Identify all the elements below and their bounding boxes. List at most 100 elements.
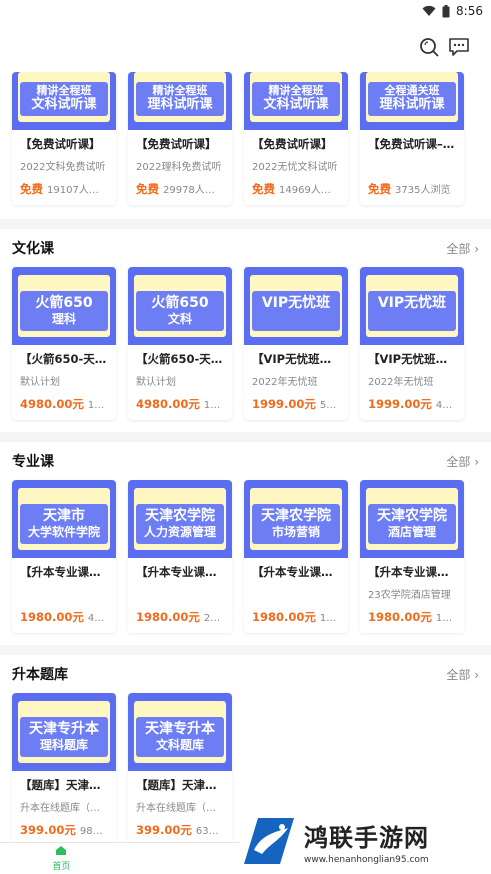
course-thumbnail: 天津市 大学软件学院 [12,480,116,558]
course-card[interactable]: 天津农学院人力资源管理【升本专业课… 1980.00元2182… [128,480,232,633]
section-header: 专业课 全部 › [12,442,479,480]
card-row: 精讲全程班 文科试听课 【免费试听课】 2022文科免费试听 免费 19107人浏览 精讲全… [12,72,479,205]
card-body: 【题库】天津… 升本在线题库（… 399.00元63207… [128,771,232,842]
course-card[interactable]: 天津农学院酒店管理【升本专业课】… 23农学院酒店管理 1980.00元14871… [360,480,464,633]
card-subtitle: 默认计划 [20,377,60,386]
card-views: 1007… [203,400,224,411]
card-meta: 399.00元98861… [20,822,108,838]
card-meta: 免费 29978人浏览 [136,181,224,197]
card-views: 45005… [87,613,108,624]
course-card[interactable]: VIP无忧班【VIP无忧班… 2022年无忧班 1999.00元5043… [244,267,348,420]
chevron-right-icon: › [470,454,479,469]
card-title: 【升本专业课… [252,565,333,579]
card-title: 【免费试听课】 [20,137,101,151]
card-price: 1980.00元 [20,610,84,624]
card-price: 4980.00元 [20,397,84,411]
card-meta: 1980.00元45005… [20,609,108,625]
status-time: 8:56 [456,4,483,18]
card-body: 【火箭650-天津… 默认计划 4980.00元18262… [12,345,116,420]
course-thumbnail: 全程通关班 理科试听课 [360,72,464,130]
thumbnail-line-2: 酒店管理 [387,524,436,539]
course-thumbnail: 火箭650 文科 [128,267,232,345]
card-price: 1999.00元 [252,397,316,411]
watermark-url: www.henanhonglian95.com [304,854,429,865]
chevron-right-icon: › [470,667,479,682]
card-title: 【升本专业课… [136,565,217,579]
message-icon[interactable] [448,36,470,58]
thumbnail-line-1: 天津农学院 [261,508,331,524]
thumbnail-line-1: VIP无忧班 [377,295,447,311]
card-meta: 4980.00元18262… [20,396,108,412]
course-card[interactable]: 天津市大学软件学院【升本专业课】… 1980.00元45005… [12,480,116,633]
nav-home[interactable]: 首页 [0,843,123,874]
card-body: 【免费试听课】 2022无忧文科试听 免费 14969人浏览 [244,130,348,205]
card-row: 天津市大学软件学院【升本专业课】… 1980.00元45005… 天津农学院人力资源… [12,480,479,633]
card-body: 【升本专业课… 1980.00元1800… [244,558,348,633]
course-card[interactable]: 火箭650理科【火箭650-天津… 默认计划 4980.00元18262… [12,267,116,420]
card-body: 【升本专业课】… 1980.00元45005… [12,558,116,633]
thumbnail-line-2: 文科 [167,311,192,326]
content-scroll[interactable]: 精讲全程班 文科试听课 【免费试听课】 2022文科免费试听 免费 19107人浏览 精讲全… [0,72,491,842]
card-subtitle [136,586,224,599]
card-views: 98861… [79,826,108,837]
card-title: 【火箭650-天… [136,352,223,366]
section-more-link[interactable]: 全部 › [446,666,479,683]
watermark-logo-icon [240,810,298,872]
thumbnail-line-1: 火箭650 [35,295,93,311]
search-icon[interactable] [418,36,440,58]
card-title: 【免费试听课】 [136,137,217,151]
card-title: 【题库】天津… [136,778,217,792]
thumbnail-line-2: 大学软件学院 [27,524,100,539]
thumbnail-line-1: 天津农学院 [377,508,447,524]
thumbnail-line-1: 火箭650 [151,295,209,311]
nav-item-2[interactable] [123,843,246,874]
thumbnail-line-2: 理科试听课 [147,97,213,113]
card-subtitle: 2022文科免费试听 [20,162,106,171]
course-card[interactable]: 火箭650文科【火箭650-天… 默认计划 4980.00元1007… [128,267,232,420]
thumbnail-line-2: 理科题库 [39,737,88,752]
course-card[interactable]: VIP无忧班【VIP无忧班】… 2022年无忧班 1999.00元42665… [360,267,464,420]
card-price: 4980.00元 [136,397,200,411]
card-meta: 免费 19107人浏览 [20,181,108,197]
course-thumbnail: VIP无忧班 [244,267,348,345]
card-title: 【火箭650-天津… [20,352,108,366]
thumbnail-line-1: 精讲全程班 [268,84,324,97]
card-meta: 1980.00元14871… [368,609,456,625]
card-subtitle: 2022年无忧班 [252,377,318,386]
course-thumbnail: 火箭650 理科 [12,267,116,345]
course-card[interactable]: 精讲全程班 文科试听课 【免费试听课】 2022无忧文科试听 免费 14969人浏览 [244,72,348,205]
course-thumbnail: 天津农学院 人力资源管理 [128,480,232,558]
card-price: 免费 [136,182,159,196]
card-body: 【VIP无忧班】… 2022年无忧班 1999.00元42665… [360,345,464,420]
card-price: 1999.00元 [368,397,432,411]
course-card[interactable]: 天津农学院市场营销【升本专业课… 1980.00元1800… [244,480,348,633]
card-subtitle: 2022年无忧班 [368,377,434,386]
course-thumbnail: 精讲全程班 文科试听课 [12,72,116,130]
thumbnail-line-1: VIP无忧班 [261,295,331,311]
card-views: 14871… [435,613,456,624]
card-title: 【题库】天津专… [20,778,108,792]
course-card[interactable]: 天津专升本理科题库【题库】天津专… 升本在线题库（理… 399.00元98861… [12,693,116,842]
course-card[interactable]: 全程通关班 理科试听课 【免费试听课–… 免费 3735人浏览 [360,72,464,205]
course-card[interactable]: 天津专升本文科题库【题库】天津… 升本在线题库（… 399.00元63207… [128,693,232,842]
section-title: 文化课 [12,241,54,257]
course-thumbnail: 精讲全程班 文科试听课 [244,72,348,130]
card-subtitle: 2022无忧文科试听 [252,162,338,171]
card-title: 【升本专业课】… [20,565,108,579]
course-card[interactable]: 精讲全程班 理科试听课 【免费试听课】 2022理科免费试听 免费 29978人浏览 [128,72,232,205]
course-thumbnail: VIP无忧班 [360,267,464,345]
course-card[interactable]: 精讲全程班 文科试听课【免费试听课】 2022文科免费试听免费 19107人浏览 [12,72,116,205]
card-price: 免费 [20,182,43,196]
section-more-link[interactable]: 全部 › [446,240,479,257]
top-bar [0,22,491,72]
card-title: 【免费试听课】 [252,137,333,151]
wifi-icon [422,5,436,17]
card-subtitle [20,586,108,599]
card-body: 【VIP无忧班… 2022年无忧班 1999.00元5043… [244,345,348,420]
course-thumbnail: 精讲全程班 理科试听课 [128,72,232,130]
more-label: 全部 [446,667,471,682]
card-views: 18262… [87,400,108,411]
card-body: 【升本专业课… 1980.00元2182… [128,558,232,633]
section-more-link[interactable]: 全部 › [446,453,479,470]
card-title: 【VIP无忧班… [252,352,332,366]
